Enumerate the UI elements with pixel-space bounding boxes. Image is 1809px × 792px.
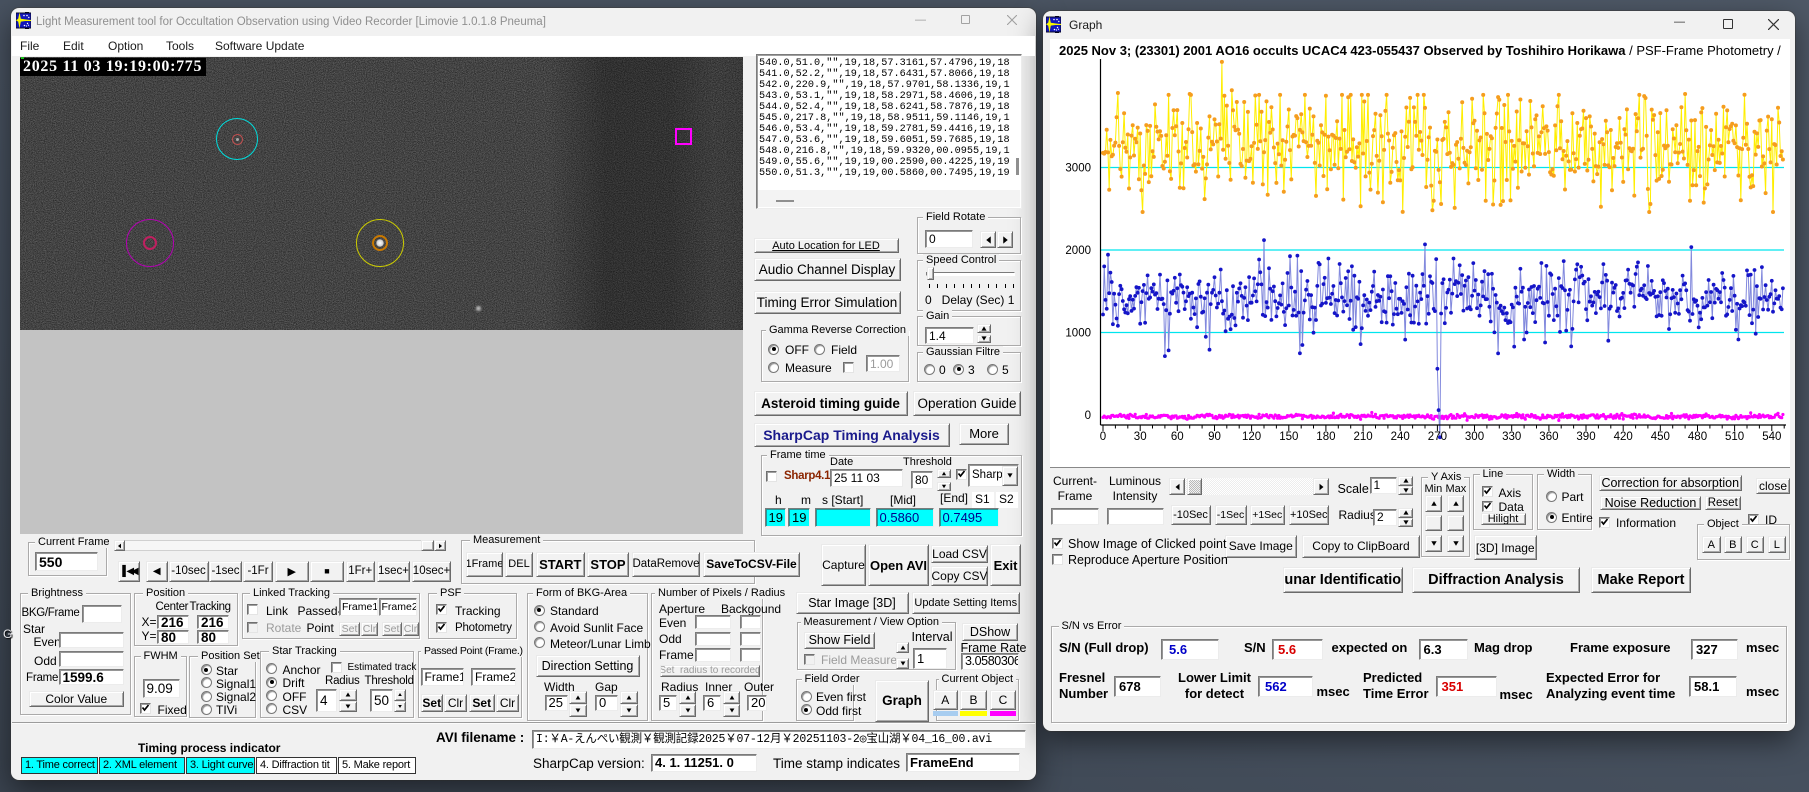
svg-text:510: 510 <box>1725 431 1744 443</box>
svg-text:480: 480 <box>1688 431 1707 443</box>
svg-text:270: 270 <box>1428 431 1447 443</box>
svg-text:60: 60 <box>1171 431 1184 443</box>
svg-text:2000: 2000 <box>1065 245 1091 257</box>
svg-text:0: 0 <box>1085 410 1091 422</box>
svg-text:90: 90 <box>1208 431 1221 443</box>
svg-text:240: 240 <box>1391 431 1410 443</box>
svg-text:210: 210 <box>1354 431 1373 443</box>
svg-text:120: 120 <box>1242 431 1261 443</box>
svg-text:30: 30 <box>1134 431 1147 443</box>
svg-text:180: 180 <box>1316 431 1335 443</box>
svg-text:3000: 3000 <box>1065 163 1091 175</box>
svg-text:1000: 1000 <box>1065 328 1091 340</box>
svg-text:450: 450 <box>1651 431 1670 443</box>
svg-text:540: 540 <box>1762 431 1781 443</box>
svg-text:300: 300 <box>1465 431 1484 443</box>
svg-text:0: 0 <box>1100 431 1106 443</box>
svg-text:420: 420 <box>1614 431 1633 443</box>
svg-text:330: 330 <box>1502 431 1521 443</box>
svg-text:390: 390 <box>1576 431 1595 443</box>
svg-text:2025 Nov 3; (23301) 2001 AO16: 2025 Nov 3; (23301) 2001 AO16 occults UC… <box>1059 43 1781 58</box>
svg-text:150: 150 <box>1279 431 1298 443</box>
svg-text:360: 360 <box>1539 431 1558 443</box>
